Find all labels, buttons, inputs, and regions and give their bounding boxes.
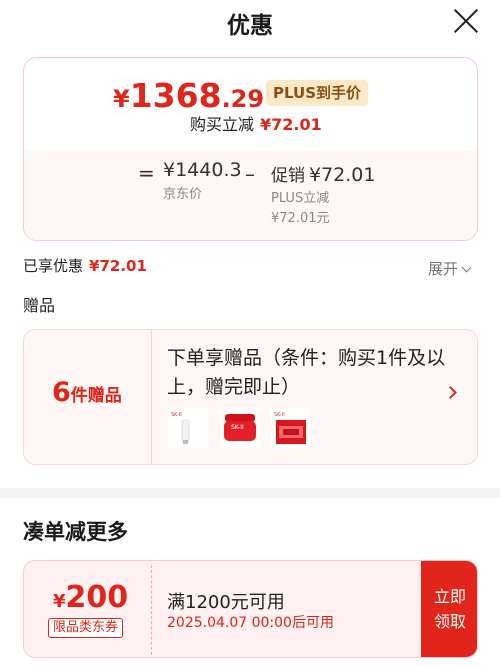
jd-price-label: 京东价 — [163, 187, 203, 202]
coupon-type-badge: 限品类东券 — [48, 618, 124, 638]
claim-label-line1: 立即 — [433, 587, 466, 606]
gift-description: 下单享赠品（条件：购买1件及以上，赠完即止） — [167, 347, 446, 398]
gift-count-number: 6 — [52, 377, 71, 408]
page-title: 优惠 — [227, 13, 273, 39]
svg-text:SK-II: SK-II — [274, 412, 285, 418]
buy-discount-amount: ¥72.01 — [260, 115, 322, 134]
expand-label: 展开 — [428, 260, 459, 278]
gift-thumbnail-box: SK-II — [271, 408, 311, 448]
gift-count: 6件赠品 — [52, 377, 122, 408]
minus-sign: – — [245, 162, 255, 186]
price-currency: ¥ — [113, 85, 130, 113]
price-integer: 1368 — [129, 76, 222, 115]
enjoyed-discount: 已享优惠 ¥72.01 — [23, 255, 147, 276]
gift-thumbnail-cleanser: SK-II — [168, 408, 208, 448]
combine-section-title: 凑单减更多 — [23, 520, 128, 544]
buy-discount: 购买立减 ¥72.01 — [190, 111, 322, 135]
coupon-amount: ¥200 — [53, 580, 128, 615]
gift-count-unit: 件赠品 — [70, 386, 122, 406]
enjoyed-amount: ¥72.01 — [89, 257, 147, 275]
jd-price-value: ¥1440.3 — [163, 159, 242, 181]
plus-price-badge: PLUS到手价 — [266, 80, 369, 106]
coupon-divider — [151, 565, 152, 655]
buy-discount-label: 购买立减 — [190, 115, 255, 134]
chevron-down-icon — [461, 262, 472, 273]
plus-final-price: ¥1368.29 — [113, 76, 264, 115]
coupon-currency: ¥ — [53, 591, 66, 612]
close-icon[interactable] — [451, 6, 481, 36]
promo-label: 促销 — [271, 166, 305, 186]
price-decimal: .29 — [221, 85, 265, 113]
promo-discount: 促销 ¥72.01 — [271, 161, 375, 186]
gift-section-title: 赠品 — [23, 296, 56, 315]
plus-cut-label: PLUS立减 — [271, 191, 330, 206]
claim-label-line2: 领取 — [433, 612, 466, 631]
coupon-condition: 满1200元可用 — [167, 592, 285, 613]
svg-text:SK-II: SK-II — [231, 424, 244, 431]
gift-thumbnail-cream: SK-II — [220, 408, 260, 448]
promo-amount: ¥72.01 — [309, 164, 376, 186]
plus-cut-amount: ¥72.01元 — [271, 211, 330, 226]
coupon-valid-time: 2025.04.07 00:00后可用 — [167, 615, 334, 631]
svg-text:SK-II: SK-II — [171, 412, 182, 418]
enjoyed-label: 已享优惠 — [23, 257, 84, 275]
claim-coupon-button[interactable]: 立即 领取 — [422, 584, 478, 634]
section-divider — [0, 488, 500, 498]
coupon-value: 200 — [65, 580, 129, 615]
gift-card-divider — [151, 330, 152, 464]
expand-button[interactable]: 展开 — [428, 258, 472, 279]
equals-sign: = — [138, 161, 155, 185]
